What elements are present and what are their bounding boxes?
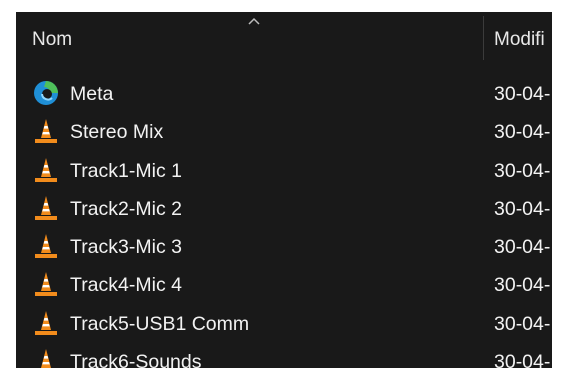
column-header-modified[interactable]: Modifi	[494, 29, 545, 51]
file-name: Meta	[70, 83, 114, 105]
vlc-icon	[33, 118, 59, 144]
file-row[interactable]: Meta 30-04-	[16, 74, 552, 112]
file-explorer-list: Nom Modifi Meta 30-04- Stereo Mix 30-04-…	[16, 12, 552, 368]
file-date: 30-04-	[494, 312, 551, 335]
screenshot-viewport: Nom Modifi Meta 30-04- Stereo Mix 30-04-…	[0, 0, 561, 368]
file-name: Stereo Mix	[70, 121, 164, 144]
sort-ascending-icon[interactable]	[248, 17, 260, 25]
vlc-icon	[33, 195, 59, 221]
edge-icon	[33, 80, 59, 106]
vlc-icon	[33, 233, 59, 259]
file-row[interactable]: Track1-Mic 1 30-04-	[16, 151, 552, 189]
file-row[interactable]: Track2-Mic 2 30-04-	[16, 189, 552, 227]
column-header-name[interactable]: Nom	[32, 29, 72, 51]
file-date: 30-04-	[494, 197, 551, 220]
file-date: 30-04-	[494, 83, 551, 105]
vlc-icon	[33, 157, 59, 183]
vlc-icon	[33, 271, 59, 297]
file-date: 30-04-	[494, 274, 551, 297]
file-name: Track4-Mic 4	[70, 274, 182, 297]
column-divider[interactable]	[483, 16, 484, 60]
vlc-icon	[33, 310, 59, 336]
file-list: Meta 30-04- Stereo Mix 30-04- Track1-Mic…	[16, 74, 552, 368]
file-date: 30-04-	[494, 351, 551, 368]
file-date: 30-04-	[494, 159, 551, 182]
file-row[interactable]: Track3-Mic 3 30-04-	[16, 227, 552, 265]
vlc-icon	[33, 348, 59, 368]
file-date: 30-04-	[494, 121, 551, 144]
file-name: Track6-Sounds	[70, 351, 202, 368]
file-date: 30-04-	[494, 236, 551, 259]
file-row[interactable]: Track5-USB1 Comm 30-04-	[16, 304, 552, 342]
file-row[interactable]: Track6-Sounds 30-04-	[16, 342, 552, 368]
file-name: Track5-USB1 Comm	[70, 312, 250, 335]
file-row[interactable]: Stereo Mix 30-04-	[16, 112, 552, 150]
file-row[interactable]: Track4-Mic 4 30-04-	[16, 265, 552, 303]
file-name: Track1-Mic 1	[70, 159, 182, 182]
file-name: Track2-Mic 2	[70, 197, 182, 220]
file-name: Track3-Mic 3	[70, 236, 182, 259]
